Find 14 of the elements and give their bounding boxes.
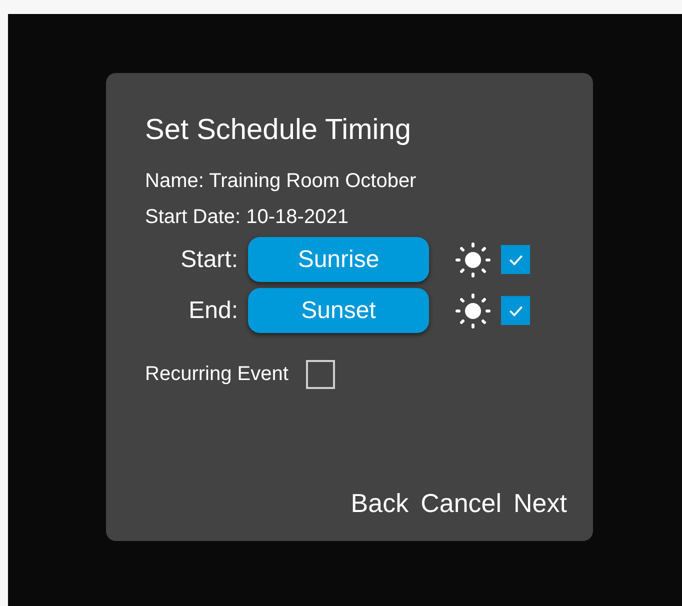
sun-icon: [455, 292, 491, 328]
dialog-title: Set Schedule Timing: [145, 113, 411, 148]
time-label: Start:: [180, 244, 239, 274]
time-label: End:: [188, 296, 239, 326]
start-date: Start Date: 10-18-2021: [145, 205, 348, 229]
dialog-button[interactable]: Cancel: [420, 484, 502, 523]
dialog-button[interactable]: Back: [350, 484, 409, 523]
schedule-name: Name: Training Room October: [145, 169, 416, 193]
sun-icon: [455, 242, 491, 278]
time-checkbox[interactable]: [501, 245, 530, 274]
recurring-checkbox[interactable]: [306, 360, 336, 388]
time-checkbox[interactable]: [501, 296, 530, 325]
recurring-label: Recurring Event: [145, 362, 288, 387]
dialog-button[interactable]: Next: [514, 484, 567, 523]
